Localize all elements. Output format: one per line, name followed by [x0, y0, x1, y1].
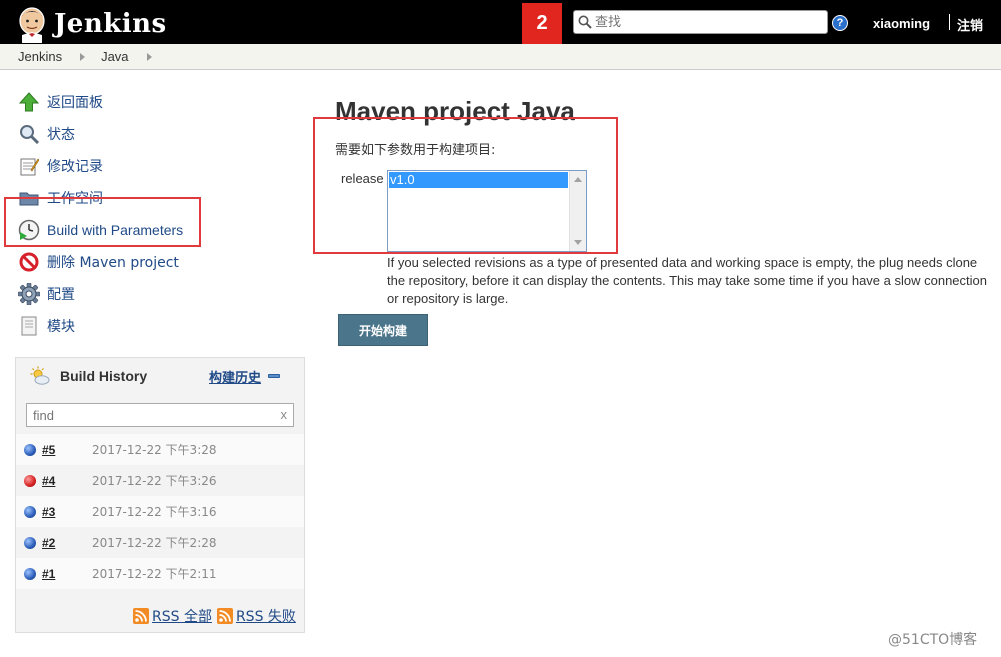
build-history-title: Build History	[60, 367, 148, 384]
task-label[interactable]: 删除 Maven project	[47, 252, 179, 272]
build-row: #2 2017-12-22 下午2:28	[16, 527, 304, 558]
document-icon	[18, 315, 40, 337]
build-number-link[interactable]: #1	[42, 567, 92, 581]
task-changes[interactable]: 修改记录	[18, 150, 208, 182]
parameter-help-text: If you selected revisions as a type of p…	[387, 255, 987, 306]
highlight-box-build-with-parameters	[4, 197, 201, 247]
build-row: #5 2017-12-22 下午3:28	[16, 434, 304, 465]
build-number-link[interactable]: #3	[42, 505, 92, 519]
task-label[interactable]: 模块	[47, 316, 75, 336]
task-back-to-dashboard[interactable]: 返回面板	[18, 86, 208, 118]
build-number-link[interactable]: #2	[42, 536, 92, 550]
build-number-link[interactable]: #5	[42, 443, 92, 457]
build-history-header: Build History 构建历史	[16, 358, 304, 393]
task-configure[interactable]: 配置	[18, 278, 208, 310]
blue-ball-icon[interactable]	[24, 505, 36, 518]
breadcrumb-java[interactable]: Java	[101, 49, 128, 64]
search-icon	[578, 15, 592, 29]
search-field[interactable]	[573, 10, 828, 34]
build-trend-link[interactable]: 构建历史	[209, 367, 261, 386]
blue-ball-icon[interactable]	[24, 443, 36, 456]
build-date[interactable]: 2017-12-22 下午2:28	[92, 534, 217, 551]
rss-icon[interactable]	[216, 608, 233, 624]
magnifier-icon	[18, 123, 40, 145]
task-label[interactable]: 配置	[47, 284, 75, 304]
build-filter-input[interactable]	[33, 405, 273, 425]
build-date[interactable]: 2017-12-22 下午3:26	[92, 472, 217, 489]
breadcrumb: Jenkins Java	[0, 44, 1001, 70]
build-history-widget: Build History 构建历史 x #5 2017-12-22 下午3:2…	[15, 357, 305, 633]
build-row: #4 2017-12-22 下午3:26	[16, 465, 304, 496]
build-list: #5 2017-12-22 下午3:28 #4 2017-12-22 下午3:2…	[16, 434, 304, 589]
search-input[interactable]	[595, 14, 815, 30]
clear-filter-icon[interactable]: x	[281, 407, 288, 422]
task-label[interactable]: 返回面板	[47, 92, 103, 112]
user-link[interactable]: xiaoming	[873, 16, 930, 31]
task-modules[interactable]: 模块	[18, 310, 208, 342]
weather-icon	[30, 366, 50, 385]
task-delete-project[interactable]: 删除 Maven project	[18, 246, 208, 278]
help-icon[interactable]: ?	[832, 15, 848, 31]
app-title: Jenkins	[54, 9, 167, 39]
build-date[interactable]: 2017-12-22 下午3:16	[92, 503, 217, 520]
blue-ball-icon[interactable]	[24, 536, 36, 549]
rss-icon[interactable]	[133, 608, 149, 624]
task-status[interactable]: 状态	[18, 118, 208, 150]
header-bar: Jenkins 2 ? xiaoming 注销	[0, 0, 1001, 44]
gear-icon	[18, 283, 40, 305]
build-date[interactable]: 2017-12-22 下午2:11	[92, 565, 217, 582]
breadcrumb-arrow-icon[interactable]	[146, 52, 152, 61]
blue-ball-icon[interactable]	[24, 567, 36, 580]
notification-badge[interactable]: 2	[522, 3, 562, 44]
rss-all-link[interactable]: RSS 全部	[152, 606, 212, 626]
notepad-icon	[18, 155, 40, 177]
highlight-box-parameters	[313, 117, 618, 254]
jenkins-logo[interactable]: Jenkins	[14, 5, 167, 43]
logout-link[interactable]: 注销	[957, 15, 983, 34]
no-entry-icon	[18, 251, 40, 273]
red-ball-icon[interactable]	[24, 474, 36, 487]
build-date[interactable]: 2017-12-22 下午3:28	[92, 441, 217, 458]
collapse-icon[interactable]	[268, 374, 280, 378]
build-filter-field[interactable]: x	[26, 403, 294, 427]
build-number-link[interactable]: #4	[42, 474, 92, 488]
watermark: @51CTO博客	[888, 632, 978, 648]
build-row: #3 2017-12-22 下午3:16	[16, 496, 304, 527]
jenkins-butler-icon	[14, 5, 50, 43]
rss-failed-link[interactable]: RSS 失败	[236, 606, 296, 626]
header-divider	[949, 14, 950, 30]
breadcrumb-jenkins[interactable]: Jenkins	[18, 49, 62, 64]
up-arrow-icon	[18, 91, 40, 113]
build-row: #1 2017-12-22 下午2:11	[16, 558, 304, 589]
rss-links: RSS 全部 RSS 失败	[133, 606, 301, 626]
breadcrumb-arrow-icon[interactable]	[80, 52, 86, 61]
task-label[interactable]: 修改记录	[47, 156, 103, 176]
start-build-button[interactable]: 开始构建	[338, 314, 428, 346]
task-label[interactable]: 状态	[47, 124, 75, 144]
